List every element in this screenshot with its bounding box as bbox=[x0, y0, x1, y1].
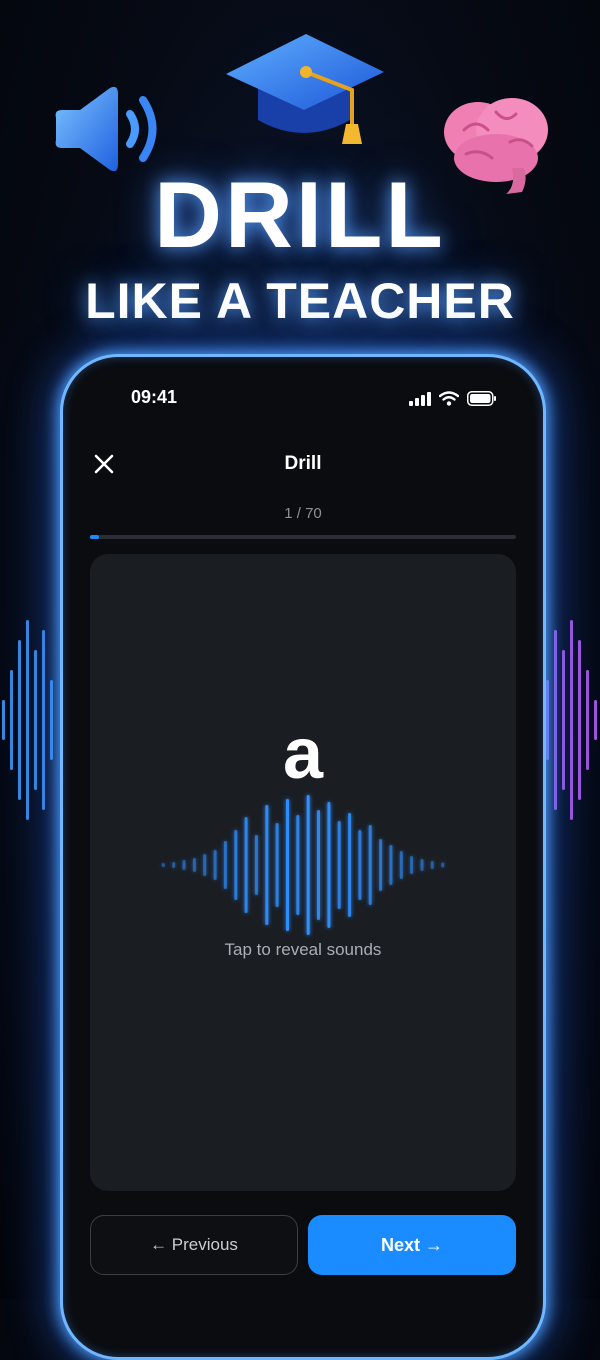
promo-headline: DRILL bbox=[154, 162, 446, 267]
next-button[interactable]: Next → bbox=[308, 1215, 516, 1275]
cellular-signal-icon bbox=[409, 391, 431, 406]
progress-bar-fill bbox=[90, 535, 99, 539]
card-hint: Tap to reveal sounds bbox=[224, 940, 382, 959]
card-letter: a bbox=[282, 714, 324, 794]
sound-wave-icon bbox=[161, 795, 445, 935]
wifi-icon bbox=[439, 391, 459, 406]
screen-title: Drill bbox=[284, 453, 322, 474]
graduation-cap-icon bbox=[226, 34, 384, 144]
progress-count: 1 / 70 bbox=[284, 505, 322, 522]
promo-subheadline: LIKE A TEACHER bbox=[85, 273, 515, 329]
side-sound-wave-left bbox=[2, 620, 53, 820]
status-time: 09:41 bbox=[131, 387, 178, 407]
battery-icon bbox=[467, 391, 496, 406]
status-icons bbox=[409, 391, 497, 406]
flash-card[interactable]: a Tap to reveal sounds bbox=[90, 554, 516, 1191]
side-sound-wave-right bbox=[546, 620, 597, 820]
previous-button[interactable]: ← Previous bbox=[90, 1215, 298, 1275]
progress-bar bbox=[90, 535, 516, 539]
phone-frame: 09:41 Drill 1 / 70 a Tap to reveal sound… bbox=[60, 354, 546, 1360]
